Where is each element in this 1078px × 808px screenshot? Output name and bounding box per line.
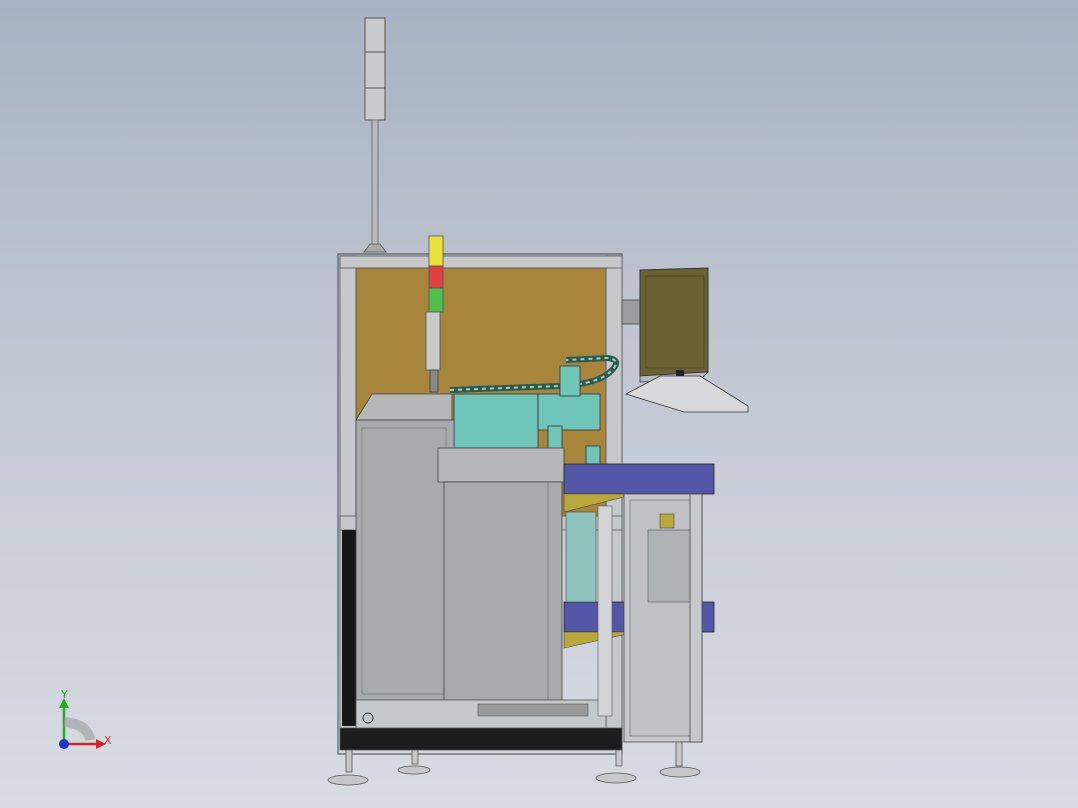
x-axis-label: X <box>104 734 112 747</box>
coordinate-triad: Y X <box>59 688 112 749</box>
y-axis-label: Y <box>60 688 68 701</box>
cad-viewport[interactable]: Y X <box>0 0 1078 808</box>
z-axis-dot <box>59 739 69 749</box>
